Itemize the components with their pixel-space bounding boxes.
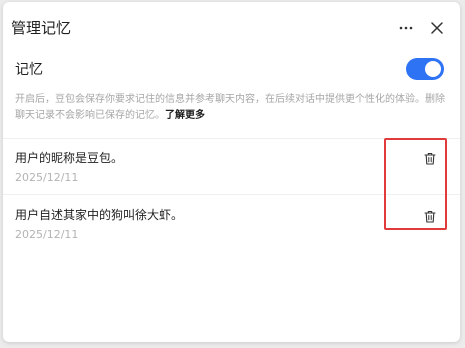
memory-item-date: 2025/12/11 [15,228,79,241]
delete-memory-button[interactable] [421,149,439,167]
memory-description-text: 开启后，豆包会保存你要求记住的信息并参考聊天内容，在后续对话中提供更个性化的体验… [15,94,445,121]
memory-description: 开启后，豆包会保存你要求记住的信息并参考聊天内容，在后续对话中提供更个性化的体验… [15,92,447,124]
toggle-knob [425,61,441,77]
more-options-button[interactable] [394,16,418,40]
divider [3,194,460,195]
memory-item-date: 2025/12/11 [15,171,79,184]
page-title: 管理记忆 [11,19,72,37]
more-horizontal-icon [399,26,413,30]
memory-item-text: 用户自述其家中的狗叫徐大虾。 [15,208,184,222]
close-button[interactable] [425,16,449,40]
memory-toggle[interactable] [406,58,444,80]
learn-more-link[interactable]: 了解更多 [165,110,205,121]
trash-icon [424,210,436,223]
delete-memory-button[interactable] [421,207,439,225]
close-icon [431,22,443,34]
trash-icon [424,152,436,165]
memory-toggle-label: 记忆 [15,62,43,78]
memory-item-text: 用户的昵称是豆包。 [15,151,124,165]
divider [3,138,460,139]
memory-panel: 管理记忆 记忆 开启后，豆包会保存你要求记住的信息并参考聊天内容，在后续对话中提… [3,2,460,342]
